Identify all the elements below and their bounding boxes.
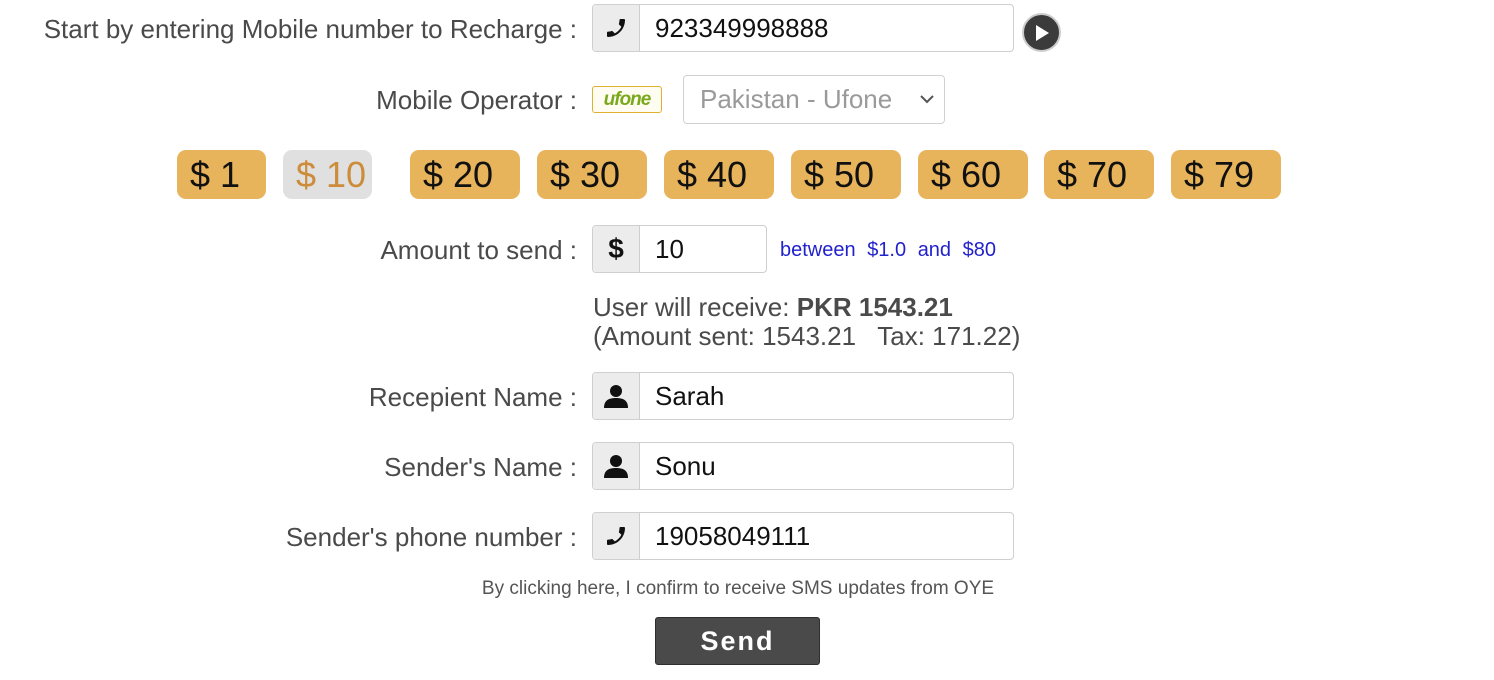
sender-name-label: Sender's Name : [384,452,577,482]
operator-logo: ufone [592,86,662,113]
send-button[interactable]: Send [655,617,820,665]
sender-phone-input[interactable]: 19058049111 [640,513,1013,559]
amount-button-50[interactable]: $ 50 [791,150,901,199]
amount-to-send-label: Amount to send : [380,235,577,265]
operator-select[interactable]: Pakistan - Ufone [683,75,945,124]
amount-button-79[interactable]: $ 79 [1171,150,1281,199]
amount-group[interactable]: $ 10 [592,225,767,273]
recipient-name-group[interactable]: Sarah [592,372,1014,420]
amount-button-40[interactable]: $ 40 [664,150,774,199]
operator-selected-value: Pakistan - Ufone [700,84,893,114]
receive-prefix: User will receive: [593,292,790,322]
mobile-number-label: Start by entering Mobile number to Recha… [43,14,577,44]
amount-range: between $1.0 and $80 [780,225,996,275]
mobile-operator-label: Mobile Operator : [376,85,577,115]
range-min: $1.0 [867,239,907,261]
recipient-name-input[interactable]: Sarah [640,373,1013,419]
phone-icon [593,513,640,559]
range-and: and [917,239,952,261]
phone-icon [593,5,640,51]
dollar-icon: $ [593,226,640,272]
amount-button-10[interactable]: $ 10 [283,150,372,199]
sender-phone-label: Sender's phone number : [285,522,577,552]
mobile-number-group[interactable]: 923349998888 [592,4,1014,52]
amount-button-30[interactable]: $ 30 [537,150,647,199]
sms-consent-notice[interactable]: By clicking here, I confirm to receive S… [0,578,1476,600]
play-icon [1035,24,1049,41]
amount-button-1[interactable]: $ 1 [177,150,266,199]
mobile-number-input[interactable]: 923349998888 [640,5,1013,51]
sender-row: Sender's Name : Sonu [0,442,1494,492]
continue-button[interactable] [1022,13,1061,52]
sender-phone-row: Sender's phone number : 19058049111 [0,512,1494,562]
user-icon [593,443,640,489]
sender-name-group[interactable]: Sonu [592,442,1014,490]
mobile-row: Start by entering Mobile number to Recha… [0,4,1494,54]
sender-name-input[interactable]: Sonu [640,443,1013,489]
amount-button-60[interactable]: $ 60 [918,150,1028,199]
operator-row: Mobile Operator : ufone Pakistan - Ufone [0,75,1494,125]
recipient-row: Recepient Name : Sarah [0,372,1494,422]
amount-button-70[interactable]: $ 70 [1044,150,1154,199]
amount-row: Amount to send : $ 10 between $1.0 and $… [0,225,1494,275]
recipient-name-label: Recepient Name : [368,382,577,412]
amount-button-20[interactable]: $ 20 [410,150,520,199]
range-prefix: between [780,239,856,261]
receive-value: PKR 1543.21 [796,292,953,322]
amount-input[interactable]: 10 [640,226,766,272]
receive-detail: (Amount sent: 1543.21 Tax: 171.22) [593,321,1021,351]
sender-phone-group[interactable]: 19058049111 [592,512,1014,560]
user-icon [593,373,640,419]
chevron-down-icon [920,95,934,104]
receive-info: User will receive: PKR 1543.21 (Amount s… [593,293,1020,351]
range-max: $80 [962,239,996,261]
